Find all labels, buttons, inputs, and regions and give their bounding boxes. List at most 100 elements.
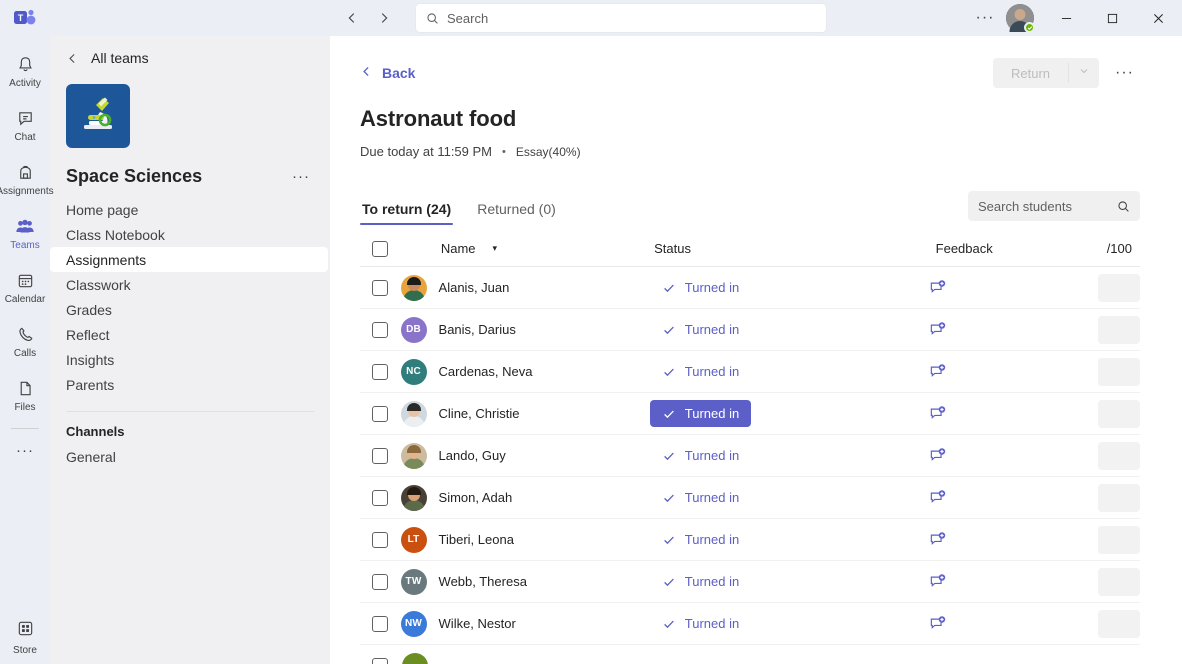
student-name-cell[interactable]: TWWebb, Theresa [401,569,650,595]
row-checkbox[interactable] [372,364,388,380]
student-name-cell[interactable]: Cline, Christie [401,401,650,427]
status-turned-in-button[interactable]: Turned in [650,610,751,637]
tab-returned[interactable]: Returned (0) [475,201,558,225]
table-row[interactable] [360,645,1140,664]
row-checkbox[interactable] [372,574,388,590]
all-teams-back[interactable]: All teams [50,36,330,76]
table-row[interactable]: Alanis, JuanTurned in [360,267,1140,309]
student-search[interactable] [968,191,1140,221]
table-row[interactable]: Cline, ChristieTurned in [360,393,1140,435]
global-search[interactable] [416,4,826,32]
table-row[interactable]: TWWebb, TheresaTurned in [360,561,1140,603]
status-turned-in-button[interactable]: Turned in [650,316,751,343]
nav-item-parents[interactable]: Parents [50,372,330,397]
status-turned-in-button[interactable]: Turned in [650,442,751,469]
add-feedback-comment-icon[interactable] [929,531,947,549]
team-avatar[interactable] [66,84,130,148]
grade-input[interactable] [1098,358,1140,386]
student-name-cell[interactable]: DBBanis, Darius [401,317,650,343]
grade-input[interactable] [1098,484,1140,512]
grade-input[interactable] [1098,400,1140,428]
status-turned-in-button[interactable]: Turned in [650,484,751,511]
add-feedback-comment-icon[interactable] [929,573,947,591]
rail-item-teams[interactable]: Teams [0,206,50,260]
row-checkbox[interactable] [372,658,388,664]
rail-item-assignments[interactable]: Assignments [0,152,50,206]
return-dropdown-button[interactable] [1069,58,1099,88]
titlebar-more-button[interactable]: ··· [970,3,1000,33]
grade-input[interactable] [1098,568,1140,596]
nav-item-classwork[interactable]: Classwork [50,272,330,297]
maximize-button[interactable] [1090,0,1134,36]
status-turned-in-button[interactable]: Turned in [650,400,751,427]
row-checkbox[interactable] [372,490,388,506]
table-row[interactable]: NCCardenas, NevaTurned in [360,351,1140,393]
minimize-button[interactable] [1044,0,1088,36]
status-turned-in-button[interactable]: Turned in [650,358,751,385]
add-feedback-comment-icon[interactable] [929,321,947,339]
avatar[interactable] [1006,4,1034,32]
grade-cell [1098,316,1140,344]
tab-to-return[interactable]: To return (24) [360,201,453,225]
channel-item-general[interactable]: General [50,445,330,469]
table-row[interactable]: Lando, GuyTurned in [360,435,1140,477]
return-split-button[interactable]: Return [993,58,1099,88]
assignment-more-options-button[interactable]: ··· [1109,62,1140,84]
rail-item-files[interactable]: Files [0,368,50,422]
nav-item-grades[interactable]: Grades [50,297,330,322]
row-checkbox[interactable] [372,406,388,422]
nav-forward-button[interactable] [370,4,398,32]
row-checkbox[interactable] [372,616,388,632]
column-name[interactable]: Name ▾ [401,241,654,256]
nav-item-reflect[interactable]: Reflect [50,322,330,347]
grade-input[interactable] [1098,274,1140,302]
nav-item-assignments[interactable]: Assignments [50,247,328,272]
add-feedback-comment-icon[interactable] [929,615,947,633]
table-row[interactable]: Simon, AdahTurned in [360,477,1140,519]
rail-item-calendar[interactable]: Calendar [0,260,50,314]
nav-item-insights[interactable]: Insights [50,347,330,372]
nav-item-home-page[interactable]: Home page [50,197,330,222]
student-name-cell[interactable]: NCCardenas, Neva [401,359,650,385]
grade-input[interactable] [1098,526,1140,554]
student-name-cell[interactable] [402,653,664,664]
row-checkbox[interactable] [372,280,388,296]
add-feedback-comment-icon[interactable] [929,447,947,465]
student-name-cell[interactable]: Alanis, Juan [401,275,650,301]
add-feedback-comment-icon[interactable] [929,405,947,423]
back-button[interactable]: Back [360,65,415,81]
rail-item-chat[interactable]: Chat [0,98,50,152]
close-button[interactable] [1136,0,1180,36]
row-checkbox[interactable] [372,448,388,464]
add-feedback-comment-icon[interactable] [929,363,947,381]
row-checkbox[interactable] [372,322,388,338]
nav-item-class-notebook[interactable]: Class Notebook [50,222,330,247]
row-checkbox[interactable] [372,532,388,548]
search-input[interactable] [447,11,816,26]
status-turned-in-button[interactable]: Turned in [650,274,751,301]
table-row[interactable]: NWWilke, NestorTurned in [360,603,1140,645]
grade-input[interactable] [1098,442,1140,470]
return-button[interactable]: Return [993,58,1068,88]
rail-item-store[interactable]: Store [0,619,50,656]
table-row[interactable]: DBBanis, DariusTurned in [360,309,1140,351]
status-turned-in-button[interactable]: Turned in [650,568,751,595]
team-more-options-button[interactable]: ··· [288,168,314,185]
student-name-cell[interactable]: NWWilke, Nestor [401,611,650,637]
student-name-cell[interactable]: Simon, Adah [401,485,650,511]
select-all-checkbox[interactable] [372,241,388,257]
nav-back-button[interactable] [338,4,366,32]
table-row[interactable]: LTTiberi, LeonaTurned in [360,519,1140,561]
status-turned-in-button[interactable]: Turned in [650,526,751,553]
grade-input[interactable] [1098,610,1140,638]
grade-input[interactable] [1098,316,1140,344]
add-feedback-comment-icon[interactable] [929,489,947,507]
student-name-cell[interactable]: LTTiberi, Leona [401,527,650,553]
rail-item-activity[interactable]: Activity [0,44,50,98]
student-name-cell[interactable]: Lando, Guy [401,443,650,469]
rail-item-calls[interactable]: Calls [0,314,50,368]
student-search-input[interactable] [978,199,1111,214]
add-feedback-comment-icon[interactable] [929,279,947,297]
rail-more-apps-button[interactable]: ··· [0,433,50,467]
rail-item-label: Calls [14,348,36,359]
